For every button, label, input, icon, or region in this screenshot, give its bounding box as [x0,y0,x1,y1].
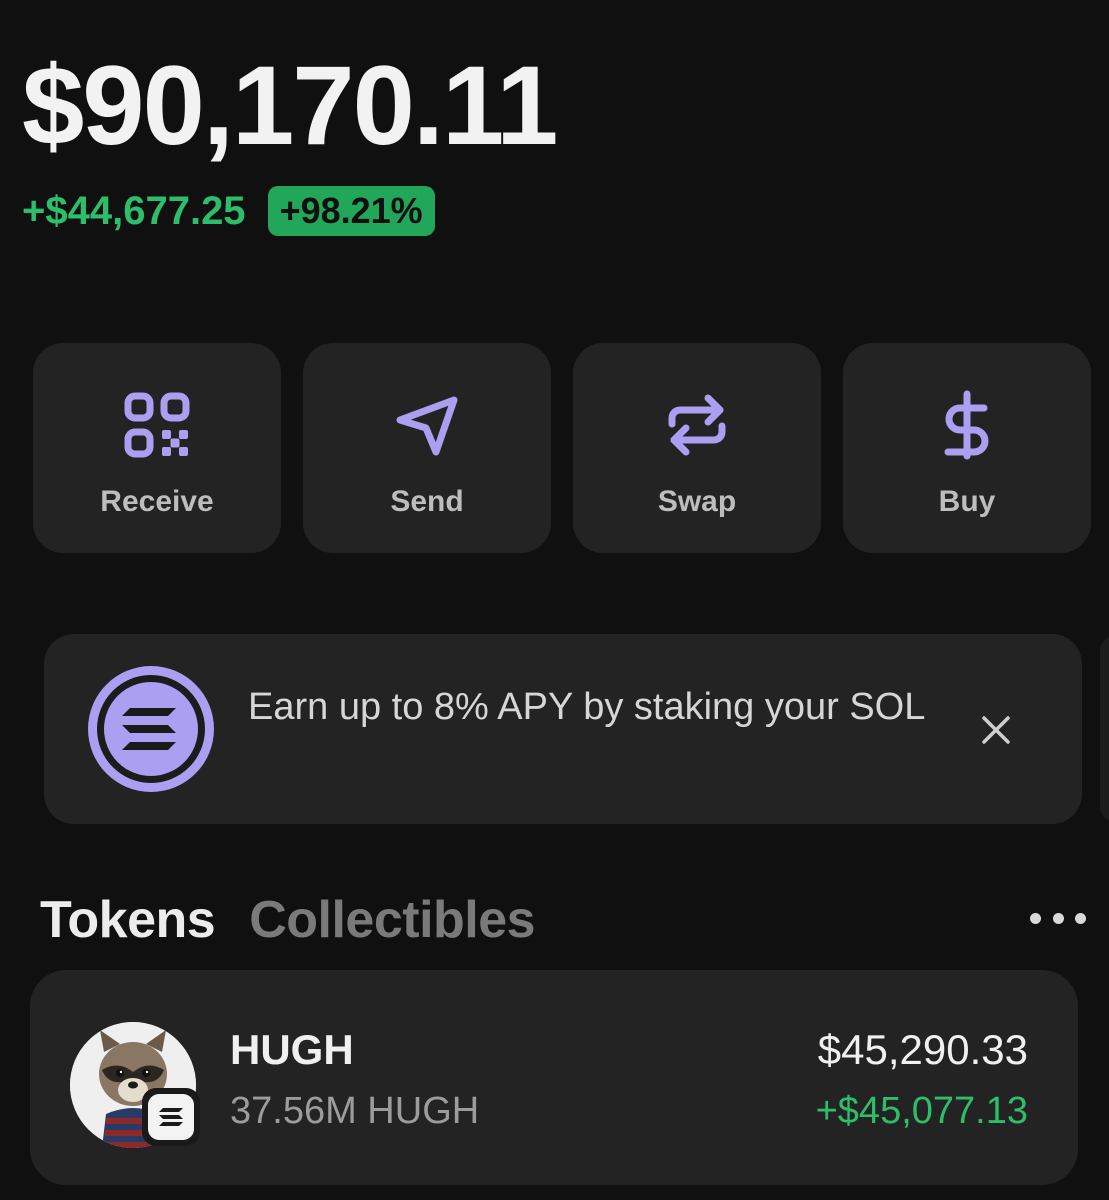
send-button[interactable]: Send [303,343,551,553]
more-dot [1052,912,1064,924]
receive-label: Receive [100,485,214,518]
more-dot [1030,912,1041,924]
token-change: +$45,077.13 [815,1090,1028,1132]
portfolio-balance: $90,170.11 [22,43,558,168]
more-dot [1075,912,1086,924]
portfolio-change-amount: +$44,677.25 [22,188,246,233]
asset-tabs: Tokens Collectibles [40,890,536,950]
token-amount: 37.56M HUGH [230,1090,480,1132]
action-buttons: Receive Send Swap Buy [33,343,1091,553]
send-label: Send [390,485,464,518]
more-dots-icon[interactable] [1030,908,1086,928]
token-row-hugh[interactable]: HUGH 37.56M HUGH $45,290.33 +$45,077.13 [30,970,1078,1185]
buy-button[interactable]: Buy [843,343,1091,553]
portfolio-change-row: +$44,677.25 +98.21% [22,186,435,236]
tab-collectibles[interactable]: Collectibles [249,890,535,950]
swap-label: Swap [657,485,737,518]
solana-logo-icon [86,664,216,794]
next-banner-peek [1100,636,1109,822]
dollar-icon [931,389,1003,461]
buy-label: Buy [938,485,996,518]
solana-badge-icon [142,1088,200,1146]
staking-promo-text: Earn up to 8% APY by staking your SOL [248,686,926,728]
close-icon[interactable] [976,710,1016,750]
staking-promo-banner[interactable]: Earn up to 8% APY by staking your SOL [44,634,1082,824]
tab-tokens[interactable]: Tokens [40,890,216,950]
portfolio-change-percent-badge: +98.21% [267,186,435,236]
send-icon [391,389,463,461]
receive-button[interactable]: Receive [33,343,281,553]
token-value: $45,290.33 [817,1026,1028,1073]
token-name: HUGH [230,1026,354,1073]
qr-code-icon [121,389,193,461]
swap-icon [661,389,733,461]
swap-button[interactable]: Swap [573,343,821,553]
